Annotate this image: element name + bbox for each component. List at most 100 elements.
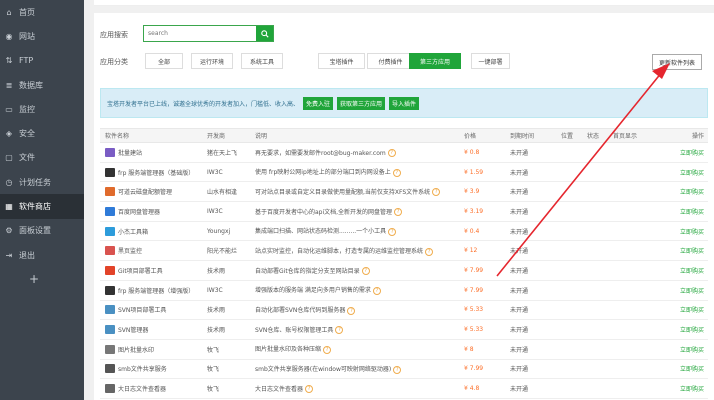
- buy-now-link[interactable]: 立即购买: [665, 364, 708, 373]
- header-expire: 到期时间: [510, 133, 535, 140]
- sidebar-item-9[interactable]: ⚙ 面板设置: [0, 219, 84, 243]
- buy-now-link[interactable]: 立即购买: [665, 384, 708, 393]
- software-name: 批量建站: [118, 149, 143, 157]
- help-icon[interactable]: ?: [323, 345, 332, 354]
- sidebar-item-4[interactable]: ▭ 监控: [0, 97, 84, 121]
- category-button-3[interactable]: 宝塔插件: [318, 53, 365, 69]
- price-cell: ¥ 1.59: [464, 168, 484, 176]
- buy-now-link[interactable]: 立即购买: [665, 148, 708, 157]
- expire-cell: 未开通: [510, 287, 529, 295]
- software-name: 黑页监控: [118, 248, 143, 256]
- sidebar-item-label: 安全: [19, 129, 35, 139]
- price-cell: ¥ 0.8: [464, 148, 480, 156]
- expire-cell: 未开通: [510, 228, 529, 236]
- developer-cell: 牧飞: [207, 346, 220, 354]
- description-cell: 图片批量水印及各种压缩?: [255, 344, 464, 354]
- search-button[interactable]: [256, 26, 273, 41]
- sidebar-item-7[interactable]: ◷ 计划任务: [0, 170, 84, 194]
- software-table: 软件名称 开发商 说明 价格 到期时间 位置 状态 首页显示 操作 批量建站 猪在…: [100, 128, 708, 399]
- category-button-1[interactable]: 运行环境: [191, 53, 233, 69]
- description-cell: 自动部署Git仓库的指定分支至网站目录?: [255, 266, 464, 276]
- buy-now-link[interactable]: 立即购买: [665, 227, 708, 236]
- sidebar-item-3[interactable]: ≣ 数据库: [0, 73, 84, 97]
- software-name: 大日志文件查看器: [118, 386, 167, 394]
- search-input[interactable]: [144, 26, 256, 41]
- developer-cell: IW3C: [207, 207, 223, 215]
- help-icon[interactable]: ?: [392, 168, 401, 177]
- software-name-cell: 可道云磁盘配额管理: [100, 187, 207, 197]
- category-label: 应用分类: [100, 58, 128, 66]
- help-icon[interactable]: ?: [372, 286, 381, 295]
- category-button-4[interactable]: 付费插件: [367, 53, 414, 69]
- category-button-0[interactable]: 全部: [145, 53, 183, 69]
- sidebar-item-label: 退出: [19, 250, 35, 260]
- software-logo-icon: [105, 325, 115, 335]
- free-register-button[interactable]: 免费入驻: [303, 96, 334, 110]
- sidebar-item-0[interactable]: ⌂ 首页: [0, 0, 84, 24]
- buy-now-link[interactable]: 立即购买: [665, 305, 708, 314]
- developer-cell: Youngxj: [207, 227, 231, 235]
- grid-icon: ▦: [5, 202, 13, 212]
- table-row: Git项目部署工具 技术雨 自动部署Git仓库的指定分支至网站目录? ¥ 7.99 未开…: [100, 261, 708, 281]
- price-cell: ¥ 4.8: [464, 385, 480, 393]
- category-button-5[interactable]: 第三方应用: [409, 53, 461, 69]
- help-icon[interactable]: ?: [347, 306, 356, 315]
- help-icon[interactable]: ?: [432, 188, 441, 197]
- globe-icon: ◉: [5, 31, 13, 41]
- help-icon[interactable]: ?: [393, 365, 402, 374]
- description-cell: 使用 frp映射公网ip地址上的部分端口到内网设备上?: [255, 167, 464, 177]
- description-cell: 增强版本的服务端 满足向多用户销售的需求?: [255, 285, 464, 295]
- help-icon[interactable]: ?: [388, 227, 397, 236]
- sidebar-item-5[interactable]: ◈ 安全: [0, 121, 84, 145]
- buy-now-link[interactable]: 立即购买: [665, 345, 708, 354]
- software-logo-icon: [105, 305, 115, 315]
- sidebar-item-8[interactable]: ▦ 软件商店: [0, 194, 84, 219]
- header-name[interactable]: 软件名称: [100, 131, 207, 140]
- table-row: 可道云磁盘配额管理 山水有相逢 可对站点目录或自定义目录做使用量配额,当前仅支持XF…: [100, 182, 708, 203]
- header-price[interactable]: 价格: [464, 131, 510, 140]
- buy-now-link[interactable]: 立即购买: [665, 246, 708, 255]
- sidebar-item-1[interactable]: ◉ 网站: [0, 24, 84, 48]
- help-icon[interactable]: ?: [425, 247, 434, 256]
- buy-now-link[interactable]: 立即购买: [665, 286, 708, 295]
- developer-cell: 技术雨: [207, 327, 226, 335]
- help-icon[interactable]: ?: [335, 326, 344, 335]
- software-logo-icon: [105, 384, 115, 394]
- category-button-6[interactable]: 一键部署: [471, 53, 510, 69]
- help-icon[interactable]: ?: [394, 208, 403, 217]
- help-icon[interactable]: ?: [305, 385, 314, 394]
- buy-now-link[interactable]: 立即购买: [665, 187, 708, 196]
- help-icon[interactable]: ?: [387, 149, 396, 158]
- help-icon[interactable]: ?: [361, 267, 370, 276]
- buy-now-link[interactable]: 立即购买: [665, 168, 708, 177]
- sidebar-item-6[interactable]: ▢ 文件: [0, 146, 84, 170]
- add-icon[interactable]: +: [0, 267, 84, 291]
- top-strip: [94, 0, 714, 6]
- update-software-list-button[interactable]: 更新软件列表: [652, 54, 702, 70]
- software-name-cell: SVN管理器: [100, 325, 207, 335]
- expire-cell: 未开通: [510, 346, 529, 354]
- developer-cell: 牧飞: [207, 366, 220, 374]
- sidebar-item-10[interactable]: ⇥ 退出: [0, 243, 84, 267]
- software-name-cell: 百度网盘管理器: [100, 206, 207, 216]
- price-cell: ¥ 7.99: [464, 286, 484, 294]
- expire-cell: 未开通: [510, 307, 529, 315]
- table-row: 批量建站 猪在天上飞 再无要求，如需要发邮件root@bug-maker.com? ¥…: [100, 143, 708, 163]
- software-logo-icon: [105, 285, 115, 295]
- buy-now-link[interactable]: 立即购买: [665, 207, 708, 216]
- table-body: 批量建站 猪在天上飞 再无要求，如需要发邮件root@bug-maker.com? ¥…: [100, 143, 708, 399]
- sidebar-item-label: 监控: [19, 104, 35, 114]
- header-position: 位置: [561, 133, 574, 140]
- get-third-party-button[interactable]: 获取第三方应用: [337, 96, 386, 110]
- import-plugin-button[interactable]: 导入插件: [389, 96, 420, 110]
- sidebar-item-2[interactable]: ⇅ FTP: [0, 49, 84, 73]
- header-status: 状态: [587, 133, 600, 140]
- description-cell: 再无要求，如需要发邮件root@bug-maker.com?: [255, 148, 464, 158]
- shield-icon: ◈: [5, 129, 13, 139]
- software-store-panel: 应用搜索 应用分类 全部运行环境系统工具 宝塔插件付费插件第三方应用一键部署 更新…: [94, 13, 714, 400]
- monitor-icon: ▭: [5, 104, 13, 114]
- expire-cell: 未开通: [510, 169, 529, 177]
- category-button-2[interactable]: 系统工具: [241, 53, 283, 69]
- buy-now-link[interactable]: 立即购买: [665, 325, 708, 334]
- buy-now-link[interactable]: 立即购买: [665, 266, 708, 275]
